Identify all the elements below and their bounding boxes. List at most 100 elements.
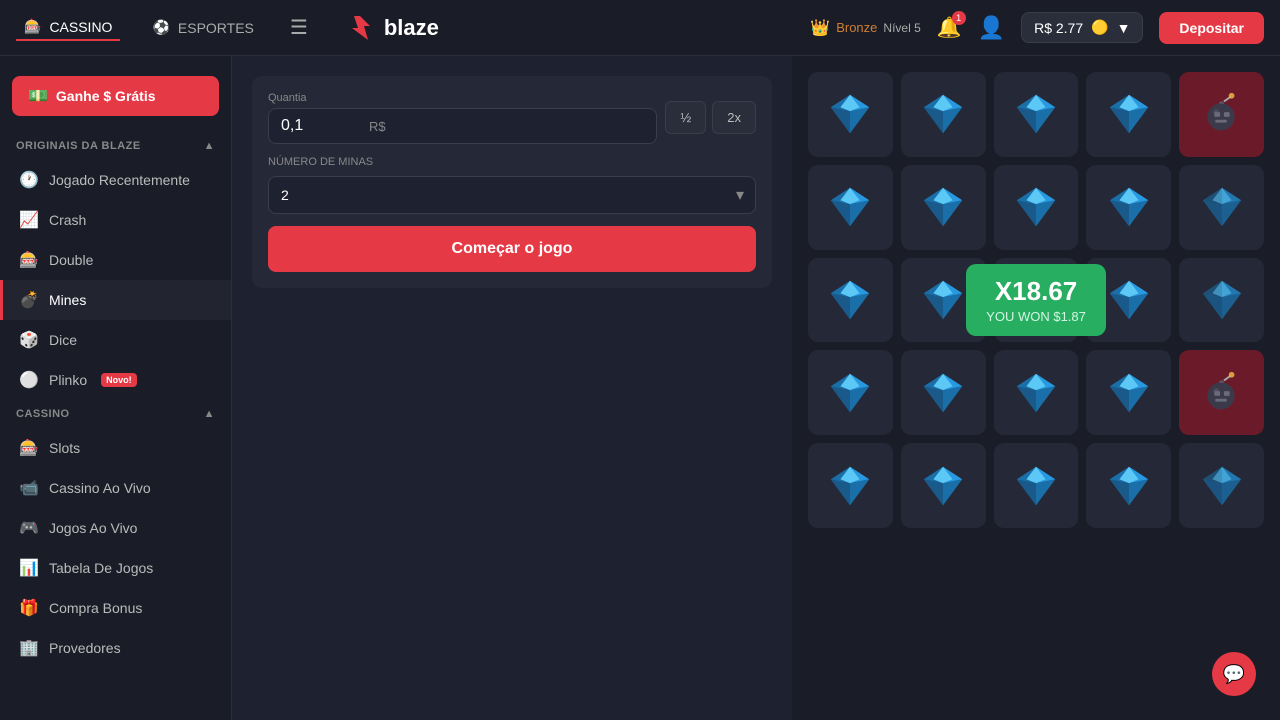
sidebar-item-tabela[interactable]: 📊 Tabela De Jogos <box>0 548 231 588</box>
grid-cell-4[interactable] <box>1179 72 1264 157</box>
hamburger-icon[interactable]: ☰ <box>286 11 312 44</box>
grid-cell-6[interactable] <box>901 165 986 250</box>
nivel-label: Nível 5 <box>883 21 920 35</box>
slots-icon: 🎰 <box>19 438 39 458</box>
sidebar-item-slots[interactable]: 🎰 Slots <box>0 428 231 468</box>
main-layout: 💵 Ganhe $ Grátis ORIGINAIS DA BLAZE ▲ 🕐 … <box>0 56 1280 720</box>
grid-cell-19[interactable] <box>1179 350 1264 435</box>
game-grid-area: X18.67 YOU WON $1.87 <box>792 56 1280 720</box>
jogos-ao-vivo-label: Jogos Ao Vivo <box>49 520 137 536</box>
sidebar-item-compra-bonus[interactable]: 🎁 Compra Bonus <box>0 588 231 628</box>
mines-count-label: NÚMERO DE MINAS <box>268 156 756 168</box>
cassino-section-header[interactable]: CASSINO ▲ <box>0 400 231 428</box>
nav-esportes[interactable]: ⚽ ESPORTES <box>144 15 261 40</box>
cassino-label: CASSINO <box>49 19 112 35</box>
win-multiplier: X18.67 <box>986 276 1086 307</box>
grid-cell-15[interactable] <box>808 350 893 435</box>
sidebar: 💵 Ganhe $ Grátis ORIGINAIS DA BLAZE ▲ 🕐 … <box>0 56 232 720</box>
mines-select[interactable]: 2 3 5 10 <box>268 176 756 214</box>
half-button[interactable]: ½ <box>665 101 706 134</box>
grid-cell-10[interactable] <box>808 258 893 343</box>
bet-input[interactable] <box>281 117 361 135</box>
grid-cell-24[interactable] <box>1179 443 1264 528</box>
sidebar-item-cassino-ao-vivo[interactable]: 📹 Cassino Ao Vivo <box>0 468 231 508</box>
grid-cell-9[interactable] <box>1179 165 1264 250</box>
compra-bonus-icon: 🎁 <box>19 598 39 618</box>
cassino-ao-vivo-label: Cassino Ao Vivo <box>49 480 151 496</box>
blaze-logo-icon <box>344 12 376 44</box>
grid-cell-23[interactable] <box>1086 443 1171 528</box>
grid-cell-12[interactable]: X18.67 YOU WON $1.87 <box>994 258 1079 343</box>
sidebar-item-dice[interactable]: 🎲 Dice <box>0 320 231 360</box>
provedores-icon: 🏢 <box>19 638 39 658</box>
plinko-label: Plinko <box>49 372 87 388</box>
bet-label: Quantia <box>268 92 657 104</box>
grid-cell-7[interactable] <box>994 165 1079 250</box>
bet-input-wrap: R$ <box>268 108 657 144</box>
win-amount: YOU WON $1.87 <box>986 309 1086 324</box>
coin-icon: 🟡 <box>1091 19 1108 36</box>
nav-cassino[interactable]: 🎰 CASSINO <box>16 14 120 41</box>
sidebar-item-plinko[interactable]: ⚪ Plinko Novo! <box>0 360 231 400</box>
mines-select-wrap: 2 3 5 10 ▾ <box>268 176 756 214</box>
balance-value: R$ 2.77 <box>1034 20 1083 36</box>
gift-icon: 💵 <box>28 86 48 106</box>
provedores-label: Provedores <box>49 640 121 656</box>
notification-badge: 1 <box>952 11 966 25</box>
double-icon: 🎰 <box>19 250 39 270</box>
game-grid: X18.67 YOU WON $1.87 <box>808 72 1264 528</box>
grid-cell-17[interactable] <box>994 350 1079 435</box>
plinko-icon: ⚪ <box>19 370 39 390</box>
originais-section-header[interactable]: ORIGINAIS DA BLAZE ▲ <box>0 132 231 160</box>
balance-display[interactable]: R$ 2.77 🟡 ▼ <box>1021 12 1143 43</box>
crown-icon: 👑 <box>810 18 830 38</box>
header-right: 👑 Bronze Nível 5 🔔 1 👤 R$ 2.77 🟡 ▼ Depos… <box>810 12 1264 44</box>
bronze-label: Bronze <box>836 20 877 35</box>
bronze-badge: 👑 Bronze Nível 5 <box>810 18 920 38</box>
double-button[interactable]: 2x <box>712 101 756 134</box>
recentes-label: Jogado Recentemente <box>49 172 190 188</box>
grid-cell-3[interactable] <box>1086 72 1171 157</box>
double-label: Double <box>49 252 93 268</box>
grid-cell-22[interactable] <box>994 443 1079 528</box>
notification-button[interactable]: 🔔 1 <box>937 15 962 40</box>
mines-icon: 💣 <box>19 290 39 310</box>
chat-fab-button[interactable]: 💬 <box>1212 652 1256 696</box>
free-money-button[interactable]: 💵 Ganhe $ Grátis <box>12 76 219 116</box>
bet-row: Quantia R$ ½ 2x <box>268 92 756 144</box>
start-game-button[interactable]: Começar o jogo <box>268 226 756 272</box>
balance-dropdown-icon: ▼ <box>1117 20 1131 36</box>
grid-cell-1[interactable] <box>901 72 986 157</box>
sidebar-item-crash[interactable]: 📈 Crash <box>0 200 231 240</box>
esportes-icon: ⚽ <box>152 19 169 36</box>
sidebar-item-recentes[interactable]: 🕐 Jogado Recentemente <box>0 160 231 200</box>
sidebar-item-jogos-ao-vivo[interactable]: 🎮 Jogos Ao Vivo <box>0 508 231 548</box>
free-money-label: Ganhe $ Grátis <box>56 88 156 104</box>
grid-cell-2[interactable] <box>994 72 1079 157</box>
grid-cell-18[interactable] <box>1086 350 1171 435</box>
grid-cell-14[interactable] <box>1179 258 1264 343</box>
cassino-section-label: CASSINO <box>16 408 70 420</box>
sidebar-item-mines[interactable]: 💣 Mines <box>0 280 231 320</box>
slots-label: Slots <box>49 440 80 456</box>
crash-icon: 📈 <box>19 210 39 230</box>
bet-currency: R$ <box>369 119 386 134</box>
tabela-label: Tabela De Jogos <box>49 560 153 576</box>
profile-button[interactable]: 👤 <box>978 15 1005 41</box>
cassino-collapse-icon: ▲ <box>204 408 215 420</box>
logo: blaze <box>344 12 439 44</box>
grid-cell-8[interactable] <box>1086 165 1171 250</box>
grid-cell-5[interactable] <box>808 165 893 250</box>
chat-icon: 💬 <box>1223 664 1245 685</box>
deposit-button[interactable]: Depositar <box>1159 12 1264 44</box>
sidebar-item-double[interactable]: 🎰 Double <box>0 240 231 280</box>
grid-cell-20[interactable] <box>808 443 893 528</box>
grid-cell-0[interactable] <box>808 72 893 157</box>
header-left: 🎰 CASSINO ⚽ ESPORTES ☰ blaze <box>16 11 439 44</box>
sidebar-item-provedores[interactable]: 🏢 Provedores <box>0 628 231 668</box>
grid-cell-21[interactable] <box>901 443 986 528</box>
grid-cell-16[interactable] <box>901 350 986 435</box>
compra-bonus-label: Compra Bonus <box>49 600 142 616</box>
header: 🎰 CASSINO ⚽ ESPORTES ☰ blaze 👑 Bronze Ní… <box>0 0 1280 56</box>
esportes-label: ESPORTES <box>178 20 254 36</box>
